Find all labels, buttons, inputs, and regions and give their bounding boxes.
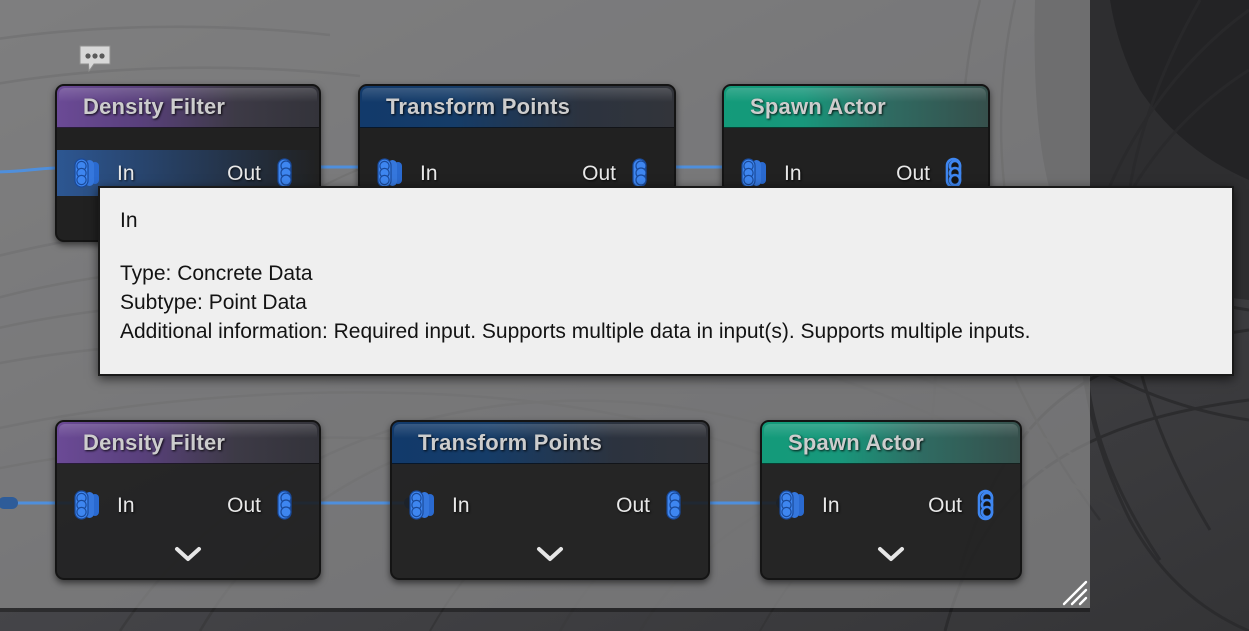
data-pin-icon[interactable] (273, 156, 307, 190)
node-title: Density Filter (83, 429, 226, 455)
tooltip-title: In (120, 209, 138, 232)
node-header[interactable]: Density Filter (57, 422, 319, 464)
node-title: Spawn Actor (788, 429, 924, 455)
output-pin-label: Out (582, 161, 616, 185)
node-header[interactable]: Density Filter (57, 86, 319, 128)
chevron-down-icon[interactable] (173, 545, 203, 568)
expand-chevron[interactable] (57, 545, 319, 568)
output-pin-group[interactable]: Out (928, 488, 1008, 522)
input-pin-group[interactable]: In (374, 156, 438, 190)
data-pin-icon[interactable] (628, 156, 662, 190)
tooltip-type-line: Type: Concrete Data (120, 262, 313, 286)
resize-grip-icon[interactable] (1060, 578, 1090, 608)
tooltip-subtype-line: Subtype: Point Data (120, 291, 307, 315)
input-pin-label: In (117, 161, 135, 185)
input-pin-group[interactable]: In (776, 488, 840, 522)
node-density-filter-bottom[interactable]: Density Filter In Out (55, 420, 321, 580)
node-spawn-actor-top[interactable]: Spawn Actor In Out (722, 84, 990, 194)
output-pin-label: Out (227, 493, 261, 517)
output-pin-label: Out (227, 161, 261, 185)
output-pin-group[interactable]: Out (896, 156, 976, 190)
data-pin-icon[interactable] (273, 488, 307, 522)
output-pin-label: Out (616, 493, 650, 517)
pin-row[interactable]: In Out (762, 482, 1020, 528)
comment-bubble-icon[interactable] (78, 44, 112, 73)
node-spawn-actor-bottom[interactable]: Spawn Actor In Out (760, 420, 1022, 580)
chevron-down-icon[interactable] (876, 545, 906, 568)
tooltip-additional-line: Additional information: Required input. … (120, 320, 1031, 344)
input-pin-group[interactable]: In (406, 488, 470, 522)
input-pin-label: In (822, 493, 840, 517)
input-pin-label: In (784, 161, 802, 185)
node-transform-points-bottom[interactable]: Transform Points In Out (390, 420, 710, 580)
node-title: Transform Points (386, 93, 571, 119)
multi-data-pin-icon[interactable] (71, 488, 105, 522)
output-pin-label: Out (928, 493, 962, 517)
node-body: In Out (57, 464, 319, 578)
node-title: Transform Points (418, 429, 603, 455)
node-title: Density Filter (83, 93, 226, 119)
multi-data-pin-icon[interactable] (738, 156, 772, 190)
node-header[interactable]: Transform Points (392, 422, 708, 464)
input-pin-label: In (117, 493, 135, 517)
data-pin-icon-hollow[interactable] (942, 156, 976, 190)
input-pin-label: In (420, 161, 438, 185)
node-body: In Out (360, 128, 674, 192)
output-pin-group[interactable]: Out (227, 488, 307, 522)
input-pin-group[interactable]: In (71, 156, 135, 190)
node-body: In Out (392, 464, 708, 578)
node-body: In Out (762, 464, 1020, 578)
output-pin-group[interactable]: Out (616, 488, 696, 522)
input-pin-group[interactable]: In (71, 488, 135, 522)
multi-data-pin-icon[interactable] (374, 156, 408, 190)
pcg-graph-editor: Density Filter In Out Transform Points I… (0, 0, 1249, 631)
input-pin-group[interactable]: In (738, 156, 802, 190)
multi-data-pin-icon[interactable] (776, 488, 810, 522)
pin-tooltip: In Type: Concrete Data Subtype: Point Da… (98, 186, 1234, 376)
output-pin-group[interactable]: Out (227, 156, 307, 190)
expand-chevron[interactable] (392, 545, 708, 568)
panel-bottom-shadow (0, 608, 1090, 612)
node-header[interactable]: Transform Points (360, 86, 674, 128)
pin-row[interactable]: In Out (392, 482, 708, 528)
data-pin-icon-hollow[interactable] (974, 488, 1008, 522)
multi-data-pin-icon[interactable] (406, 488, 440, 522)
output-pin-label: Out (896, 161, 930, 185)
data-pin-icon[interactable] (662, 488, 696, 522)
pin-row[interactable]: In Out (57, 482, 319, 528)
node-header[interactable]: Spawn Actor (762, 422, 1020, 464)
output-pin-group[interactable]: Out (582, 156, 662, 190)
multi-data-pin-icon[interactable] (71, 156, 105, 190)
node-title: Spawn Actor (750, 93, 886, 119)
input-pin-label: In (452, 493, 470, 517)
node-body: In Out (724, 128, 988, 192)
node-transform-points-top[interactable]: Transform Points In Out (358, 84, 676, 194)
node-header[interactable]: Spawn Actor (724, 86, 988, 128)
chevron-down-icon[interactable] (535, 545, 565, 568)
expand-chevron[interactable] (762, 545, 1020, 568)
